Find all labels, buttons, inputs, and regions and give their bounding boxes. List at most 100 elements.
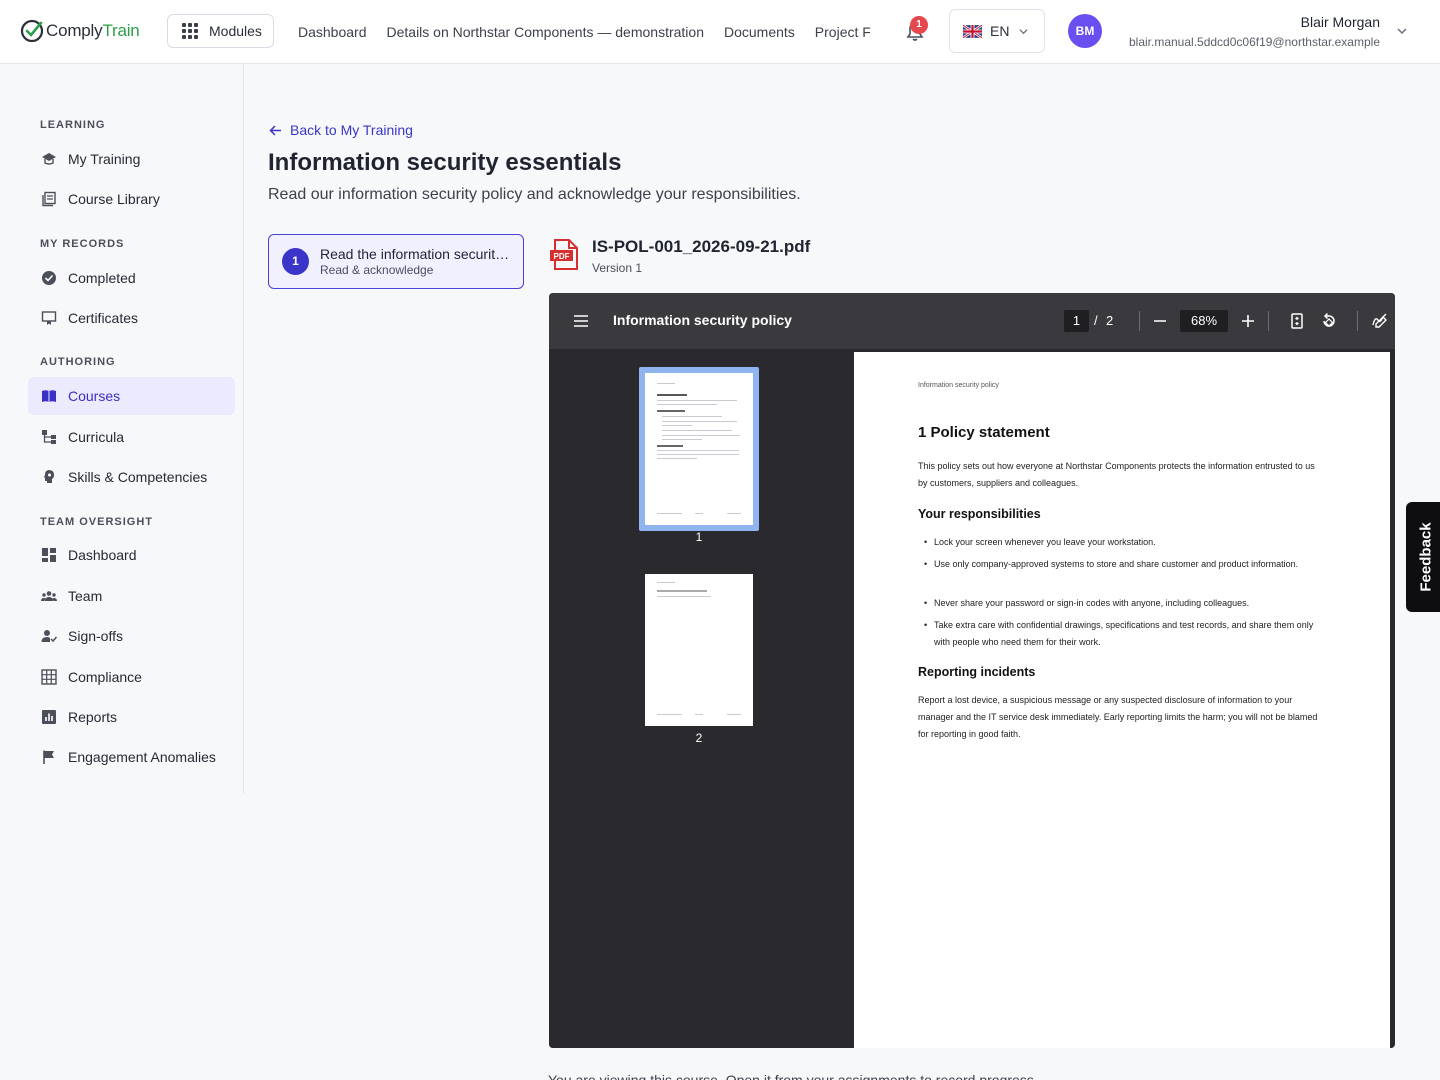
- step-title: Read the information security policy: [320, 246, 512, 262]
- sidebar-item-label: Completed: [68, 270, 136, 286]
- zoom-in-icon[interactable]: [1239, 312, 1257, 330]
- sidebar-item-label: Course Library: [68, 191, 160, 207]
- uk-flag-icon: [963, 24, 982, 38]
- sidebar-item-team[interactable]: Team: [28, 577, 235, 615]
- team-icon: [40, 588, 57, 605]
- page-separator: /: [1094, 313, 1098, 328]
- svg-text:PDF: PDF: [554, 252, 570, 261]
- page-total: 2: [1106, 313, 1114, 328]
- step-card[interactable]: 1 Read the information security policy R…: [268, 234, 524, 289]
- nav-project[interactable]: Project F: [815, 24, 871, 40]
- logo-check-icon: [20, 19, 44, 43]
- thumbnail-label-1: 1: [695, 530, 703, 544]
- toolbar-divider: [1268, 311, 1269, 331]
- sidebar-item-reports[interactable]: Reports: [28, 698, 235, 736]
- sidebar-item-dashboard[interactable]: Dashboard: [28, 536, 235, 574]
- sidebar-item-certificates[interactable]: Certificates: [28, 299, 235, 337]
- user-name: Blair Morgan: [1300, 14, 1380, 30]
- incidents-heading: Reporting incidents: [918, 665, 1036, 679]
- responsibility-item: Never share your password or sign-in cod…: [924, 595, 1320, 612]
- modules-button[interactable]: Modules: [167, 14, 274, 48]
- section-team-oversight: TEAM OVERSIGHT: [40, 516, 154, 528]
- responsibility-item: Lock your screen whenever you leave your…: [924, 534, 1320, 551]
- annotate-icon[interactable]: [1371, 312, 1389, 330]
- sidebar-item-compliance[interactable]: Compliance: [28, 658, 235, 696]
- language-code: EN: [990, 23, 1010, 39]
- thumbnail-page-2[interactable]: [645, 574, 753, 726]
- language-selector[interactable]: EN: [949, 9, 1045, 53]
- zoom-out-icon[interactable]: [1151, 312, 1169, 330]
- section-learning: LEARNING: [40, 119, 106, 131]
- zoom-level[interactable]: 68%: [1180, 310, 1228, 332]
- responsibility-item: Use only company-approved systems to sto…: [924, 556, 1320, 573]
- sidebar-item-label: Sign-offs: [68, 628, 123, 644]
- thumbnail-page-1[interactable]: [645, 373, 753, 525]
- sidebar-item-my-training[interactable]: My Training: [28, 140, 235, 178]
- book-icon: [40, 388, 57, 405]
- nav-documents[interactable]: Documents: [724, 24, 795, 40]
- file-name: IS-POL-001_2026-09-21.pdf: [592, 237, 811, 256]
- back-link[interactable]: Back to My Training: [268, 122, 413, 138]
- sidebar-item-skills[interactable]: Skills & Competencies: [28, 458, 235, 496]
- sidebar-item-label: Team: [68, 588, 103, 604]
- fit-page-icon[interactable]: [1288, 312, 1306, 330]
- page-running-header: Information security policy: [918, 382, 999, 389]
- bar-chart-icon: [40, 709, 57, 726]
- notification-badge: 1: [910, 16, 928, 34]
- user-email: blair.manual.5ddcd0c06f19@northstar.exam…: [1128, 35, 1380, 49]
- certificate-icon: [40, 310, 57, 327]
- viewer-title: Information security policy: [613, 312, 792, 328]
- section-authoring: AUTHORING: [40, 356, 116, 368]
- sidebar-item-course-library[interactable]: Course Library: [28, 180, 235, 218]
- page-subtitle: Read our information security policy and…: [268, 186, 801, 203]
- incidents-text: Report a lost device, a suspicious messa…: [918, 695, 1318, 739]
- sidebar-item-label: Engagement Anomalies: [68, 749, 216, 765]
- feedback-label: Feedback: [1417, 522, 1435, 592]
- sidebar-item-label: My Training: [68, 151, 141, 167]
- sidebar-item-completed[interactable]: Completed: [28, 259, 235, 297]
- sidebar-item-sign-offs[interactable]: Sign-offs: [28, 617, 235, 655]
- avatar[interactable]: BM: [1068, 14, 1102, 48]
- chevron-down-icon: [1019, 28, 1029, 34]
- sidebar-item-courses[interactable]: Courses: [28, 377, 235, 415]
- back-link-label: Back to My Training: [290, 122, 413, 138]
- section-my-records: MY RECORDS: [40, 238, 125, 250]
- toolbar-divider: [1357, 311, 1358, 331]
- sidebar-item-label: Curricula: [68, 429, 125, 445]
- rotate-icon[interactable]: [1320, 312, 1338, 330]
- top-bar: ComplyTrain Modules Dashboard Details on…: [0, 0, 1440, 64]
- sidebar-item-label: Certificates: [68, 310, 139, 326]
- apps-grid-icon: [182, 23, 198, 39]
- sidebar-item-label: Compliance: [68, 669, 142, 685]
- sidebar-item-engagement-anomalies[interactable]: Engagement Anomalies: [28, 738, 235, 776]
- top-nav: Dashboard Details on Northstar Component…: [298, 0, 891, 63]
- thumbnail-label-2: 2: [695, 731, 703, 745]
- nav-dashboard[interactable]: Dashboard: [298, 24, 367, 40]
- dashboard-icon: [40, 547, 57, 564]
- arrow-left-icon: [269, 124, 281, 136]
- hierarchy-icon: [40, 429, 57, 446]
- sidebar: LEARNING My Training Course Library MY R…: [0, 64, 244, 794]
- library-icon: [40, 191, 57, 208]
- app-logo[interactable]: ComplyTrain: [20, 17, 140, 45]
- nav-details[interactable]: Details on Northstar Components — demons…: [387, 24, 704, 40]
- menu-icon[interactable]: [573, 314, 589, 328]
- pdf-page: Information security policy 1 Policy sta…: [854, 352, 1390, 1048]
- file-version: Version 1: [592, 261, 643, 275]
- skills-icon: [40, 469, 57, 486]
- step-number: 1: [282, 248, 309, 275]
- toolbar-divider: [1139, 311, 1140, 331]
- table-icon: [40, 669, 57, 686]
- page-number-input[interactable]: 1: [1064, 310, 1089, 332]
- sidebar-item-curricula[interactable]: Curricula: [28, 418, 235, 456]
- sidebar-item-label: Courses: [68, 388, 121, 404]
- page-heading: 1 Policy statement: [918, 424, 1050, 441]
- responsibility-item: Take extra care with confidential drawin…: [924, 617, 1320, 651]
- page-title: Information security essentials: [268, 149, 622, 176]
- feedback-tab[interactable]: Feedback: [1406, 502, 1440, 612]
- user-menu-chevron-icon[interactable]: [1397, 26, 1407, 36]
- viewer-toolbar: Information security policy 1 / 2 68%: [549, 293, 1395, 349]
- graduation-cap-icon: [40, 151, 57, 168]
- viewing-notice: You are viewing this course. Open it fro…: [548, 1072, 1038, 1080]
- sidebar-item-label: Reports: [68, 709, 118, 725]
